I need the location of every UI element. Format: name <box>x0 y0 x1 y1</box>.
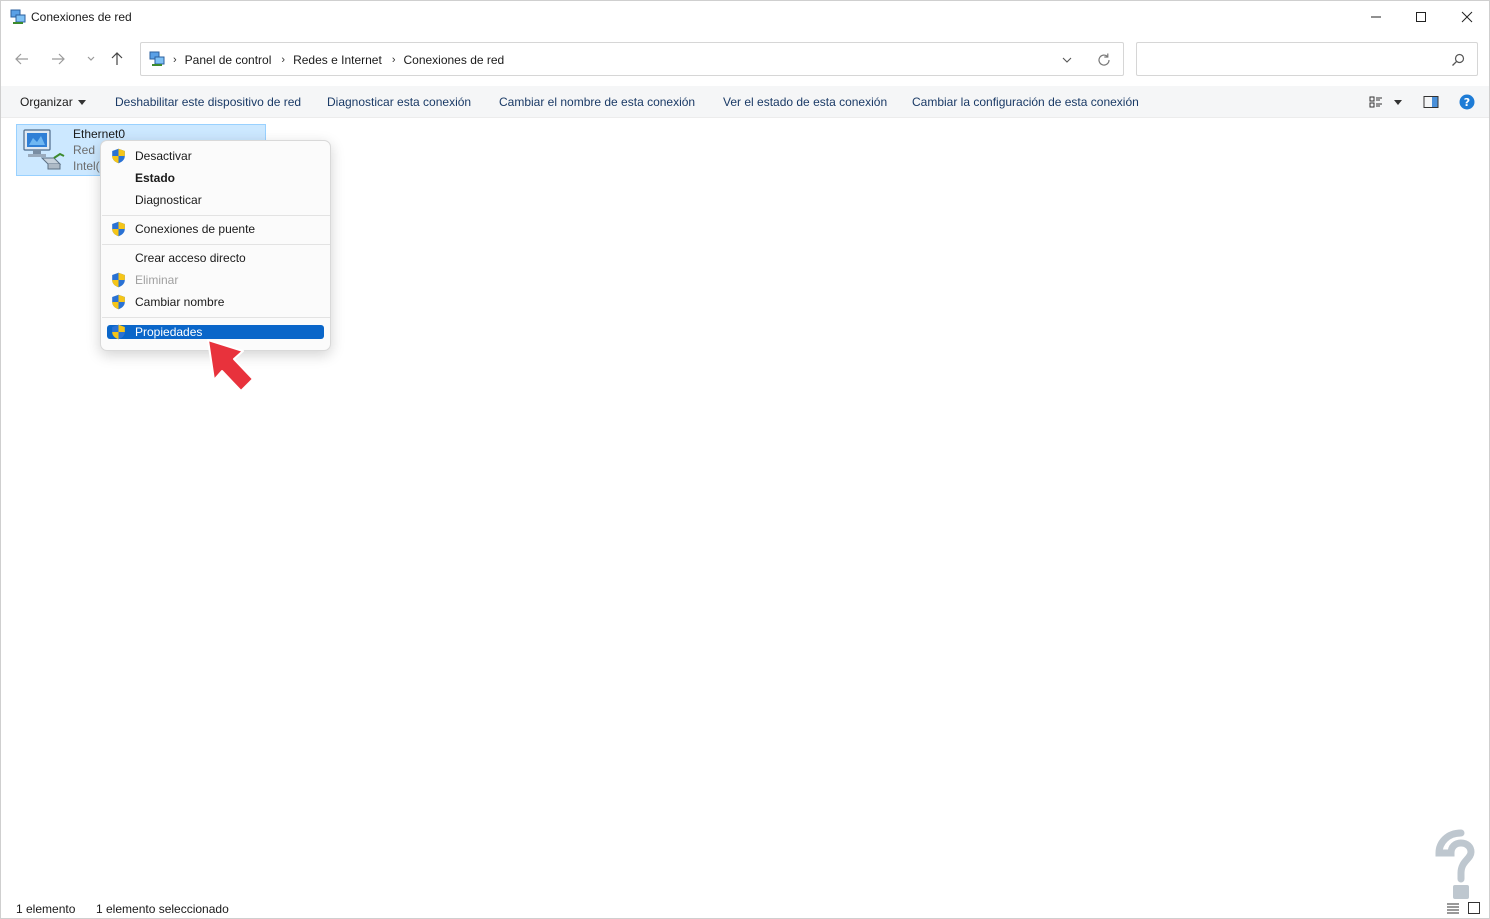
maximize-icon <box>1416 12 1426 22</box>
more-views-button[interactable] <box>1392 94 1404 110</box>
menu-item-label: Diagnosticar <box>135 193 202 207</box>
connection-status: Red <box>73 143 96 157</box>
menu-separator <box>102 317 330 318</box>
connection-name: Ethernet0 <box>73 127 126 141</box>
uac-shield-icon <box>111 272 126 288</box>
help-icon: ? <box>1459 94 1475 110</box>
recent-locations-button[interactable] <box>81 49 101 69</box>
disable-device-command[interactable]: Deshabilitar este dispositivo de red <box>115 95 301 109</box>
search-input[interactable] <box>1143 49 1443 69</box>
breadcrumb-conexiones-de-red[interactable]: Conexiones de red <box>403 53 504 67</box>
minimize-icon <box>1371 16 1381 18</box>
breadcrumb-separator[interactable]: › <box>392 54 396 66</box>
organize-menu-button[interactable]: Organizar <box>20 95 86 109</box>
view-status-command[interactable]: Ver el estado de esta conexión <box>723 95 887 109</box>
menu-item-label: Estado <box>135 171 176 185</box>
close-icon <box>1461 11 1473 23</box>
uac-shield-icon <box>111 221 126 237</box>
menu-item-label: Conexiones de puente <box>135 222 256 236</box>
window-title: Conexiones de red <box>31 10 132 24</box>
back-arrow-icon <box>15 53 28 65</box>
search-icon[interactable] <box>1450 52 1466 68</box>
minimize-button[interactable] <box>1353 1 1399 33</box>
preview-pane-button[interactable] <box>1422 94 1440 110</box>
command-bar: Organizar Deshabilitar este dispositivo … <box>1 86 1489 118</box>
menu-separator <box>102 215 330 216</box>
maximize-button[interactable] <box>1398 1 1444 33</box>
network-connections-window: Conexiones de red › Panel de control › R… <box>0 0 1490 919</box>
organize-label: Organizar <box>20 95 73 109</box>
breadcrumb: › Panel de control › Redes e Internet › … <box>171 53 512 67</box>
menu-item-estado[interactable]: Estado <box>107 167 324 189</box>
change-view-icon <box>1369 96 1382 108</box>
breadcrumb-separator[interactable]: › <box>281 54 285 66</box>
menu-item-label: Crear acceso directo <box>135 251 246 265</box>
context-menu: Desactivar Estado Diagnosticar Conexione… <box>100 140 331 351</box>
item-count: 1 elemento <box>16 902 76 916</box>
ethernet-adapter-icon <box>20 128 66 174</box>
breadcrumb-separator[interactable]: › <box>173 54 177 66</box>
address-history-button[interactable] <box>1059 52 1075 68</box>
search-box[interactable] <box>1136 42 1478 76</box>
menu-item-label: Propiedades <box>135 325 203 339</box>
forward-arrow-icon <box>52 53 65 65</box>
refresh-button[interactable] <box>1095 51 1113 69</box>
breadcrumb-panel-de-control[interactable]: Panel de control <box>185 53 272 67</box>
menu-separator <box>102 244 330 245</box>
forward-button[interactable] <box>48 49 68 69</box>
title-bar: Conexiones de red <box>1 1 1489 33</box>
chevron-down-icon <box>1062 57 1072 63</box>
menu-item-label: Cambiar nombre <box>135 295 225 309</box>
network-connections-icon <box>10 9 26 25</box>
diagnose-connection-command[interactable]: Diagnosticar esta conexión <box>327 95 471 109</box>
menu-item-crear-acceso-directo[interactable]: Crear acceso directo <box>107 247 324 269</box>
control-panel-icon <box>149 51 165 67</box>
rename-connection-command[interactable]: Cambiar el nombre de esta conexión <box>499 95 695 109</box>
help-button[interactable]: ? <box>1458 94 1476 110</box>
address-bar[interactable]: › Panel de control › Redes e Internet › … <box>140 42 1124 76</box>
navigation-bar: › Panel de control › Redes e Internet › … <box>1 39 1489 79</box>
dropdown-caret-icon <box>77 99 86 105</box>
refresh-icon <box>1098 53 1110 66</box>
preview-pane-icon <box>1423 96 1439 108</box>
recent-locations-chevron-icon <box>87 56 95 61</box>
menu-item-eliminar[interactable]: Eliminar <box>107 269 324 291</box>
up-button[interactable] <box>107 49 127 69</box>
watermark-logo-icon <box>1435 829 1475 899</box>
svg-text:?: ? <box>1464 96 1470 109</box>
menu-item-label: Desactivar <box>135 149 192 163</box>
uac-shield-icon <box>111 148 126 164</box>
uac-shield-icon <box>111 324 126 340</box>
dropdown-caret-icon <box>1394 100 1402 105</box>
uac-shield-icon <box>111 294 126 310</box>
up-arrow-icon <box>111 52 123 65</box>
change-view-button[interactable] <box>1368 94 1384 110</box>
change-settings-command[interactable]: Cambiar la configuración de esta conexió… <box>912 95 1139 109</box>
menu-item-label: Eliminar <box>135 273 179 287</box>
breadcrumb-redes-e-internet[interactable]: Redes e Internet <box>293 53 382 67</box>
menu-item-desactivar[interactable]: Desactivar <box>107 145 324 167</box>
close-button[interactable] <box>1444 1 1490 33</box>
back-button[interactable] <box>12 49 32 69</box>
red-arrow-pointer-icon <box>207 339 254 392</box>
menu-item-diagnosticar[interactable]: Diagnosticar <box>107 189 324 211</box>
status-bar: 1 elemento 1 elemento seleccionado <box>1 897 1489 919</box>
menu-item-conexiones-de-puente[interactable]: Conexiones de puente <box>107 218 324 240</box>
menu-item-cambiar-nombre[interactable]: Cambiar nombre <box>107 291 324 313</box>
selection-count: 1 elemento seleccionado <box>96 902 229 916</box>
